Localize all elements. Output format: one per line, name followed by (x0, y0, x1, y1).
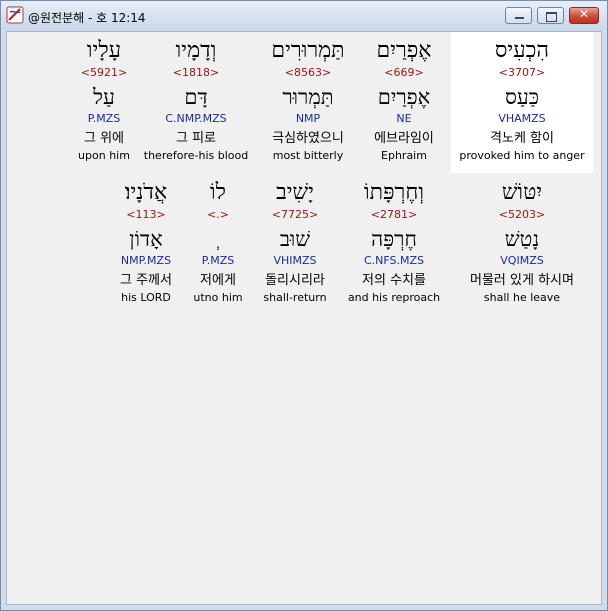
korean-gloss: 그 피로 (175, 131, 216, 146)
korean-gloss: 그 위에 (83, 131, 124, 146)
word-column[interactable]: יָשִׁיב <7725> שׁוּב VHIMZS 돌리시리라 shall-… (253, 174, 337, 315)
word-column[interactable]: תַּמְרוּרִים <8563> תַּמְרוּר NMP 극심하였으니… (253, 32, 363, 173)
korean-gloss: 그 주께서 (120, 273, 172, 288)
morphology-code: C.NMP.MZS (165, 112, 227, 125)
lemma: אָדוֹן (129, 227, 163, 251)
interlinear-panel: הִכְעִיס <3707> כַּעַס VHAMZS 격노케 함이 pro… (6, 31, 602, 605)
lemma: דָּם (184, 85, 208, 109)
hebrew-word: לוֹ (210, 180, 226, 205)
english-gloss: provoked him to anger (459, 149, 585, 162)
korean-gloss: 저의 수치를 (362, 273, 426, 288)
word-column[interactable]: עָלָיו <5921> עַל P.MZS 그 위에 upon him (71, 32, 137, 173)
morphology-code: VHAMZS (498, 112, 546, 125)
hebrew-word: וְדָמָיו (175, 38, 217, 63)
english-gloss: his LORD (121, 291, 171, 304)
korean-gloss: 저에게 (200, 273, 236, 288)
lemma: אֶפְרַיִם (377, 85, 431, 109)
hebrew-word: אֶפְרַיִם (376, 38, 432, 63)
hebrew-word: יָשִׁיב (276, 180, 314, 205)
english-gloss: upon him (78, 149, 130, 162)
english-gloss: and his reproach (347, 291, 441, 304)
strong-number: <5921> (80, 66, 128, 79)
hebrew-word: יִטּוֹשׁ (501, 180, 543, 205)
window-title: @원전분해 - 호 12:14 (28, 11, 146, 25)
morphology-code: P.MZS (87, 112, 121, 125)
maximize-button[interactable] (537, 7, 564, 24)
strong-number: <7725> (271, 208, 319, 221)
app-window: @원전분해 - 호 12:14 ✕ הִכְעִיס <3707> כַּעַס… (0, 0, 608, 611)
hebrew-word: וְחֶרְפָּתוֹ (363, 180, 425, 205)
strong-number: <113> (126, 208, 166, 221)
morphology-code: VHIMZS (273, 254, 317, 267)
korean-gloss: 에브라임이 (374, 131, 434, 146)
lemma: שׁוּב (279, 227, 311, 251)
english-gloss: shall he leave (483, 291, 561, 304)
lemma: ְ (187, 226, 249, 252)
close-button[interactable]: ✕ (569, 7, 599, 24)
strong-number: <.> (207, 208, 229, 221)
minimize-button[interactable] (505, 7, 532, 24)
hebrew-word: תַּמְרוּרִים (271, 38, 345, 63)
morphology-code: VQIMZS (500, 254, 544, 267)
word-column[interactable]: וְדָמָיו <1818> דָּם C.NMP.MZS 그 피로 ther… (143, 32, 249, 173)
korean-gloss: 격노케 함이 (490, 131, 554, 146)
morphology-code: NE (396, 112, 412, 125)
korean-gloss: 머물러 있게 하시며 (470, 273, 574, 288)
word-column[interactable]: לוֹ <.> ְ P.MZS 저에게 utno him (187, 174, 249, 315)
morphology-code: NMP (295, 112, 321, 125)
title-bar[interactable]: @원전분해 - 호 12:14 ✕ (1, 1, 607, 31)
english-gloss: therefore-his blood (143, 149, 249, 162)
strong-number: <1818> (172, 66, 220, 79)
hebrew-word: הִכְעִיס (494, 38, 550, 63)
english-gloss: shall-return (263, 291, 327, 304)
strong-number: <8563> (284, 66, 332, 79)
strong-number: <3707> (498, 66, 546, 79)
word-column[interactable]: הִכְעִיס <3707> כַּעַס VHAMZS 격노케 함이 pro… (451, 32, 593, 173)
english-gloss: utno him (193, 291, 243, 304)
morphology-code: P.MZS (201, 254, 235, 267)
strong-number: <5203> (498, 208, 546, 221)
word-column[interactable]: אֶפְרַיִם <669> אֶפְרַיִם NE 에브라임이 Ephra… (354, 32, 454, 173)
word-column[interactable]: אֲדֹנָיו׃ <113> אָדוֹן NMP.MZS 그 주께서 his… (109, 174, 183, 315)
english-gloss: most bitterly (272, 149, 344, 162)
hebrew-word: עָלָיו (86, 38, 122, 63)
morphology-code: NMP.MZS (120, 254, 172, 267)
app-logo-icon (6, 6, 24, 24)
korean-gloss: 극심하였으니 (272, 131, 344, 146)
morphology-code: C.NFS.MZS (363, 254, 425, 267)
hebrew-word: אֲדֹנָיו׃ (124, 180, 168, 205)
close-icon: ✕ (578, 7, 590, 21)
strong-number: <2781> (370, 208, 418, 221)
word-column[interactable]: וְחֶרְפָּתוֹ <2781> חֶרְפָּה C.NFS.MZS 저… (341, 174, 447, 315)
lemma: תַּמְרוּר (282, 85, 334, 109)
lemma: נָטַשׁ (504, 227, 540, 251)
lemma: עַל (93, 85, 115, 109)
strong-number: <669> (384, 66, 424, 79)
english-gloss: Ephraim (381, 149, 427, 162)
word-column[interactable]: יִטּוֹשׁ <5203> נָטַשׁ VQIMZS 머물러 있게 하시며… (451, 174, 593, 315)
lemma: כַּעַס (504, 85, 540, 109)
lemma: חֶרְפָּה (371, 227, 417, 251)
korean-gloss: 돌리시리라 (265, 273, 325, 288)
